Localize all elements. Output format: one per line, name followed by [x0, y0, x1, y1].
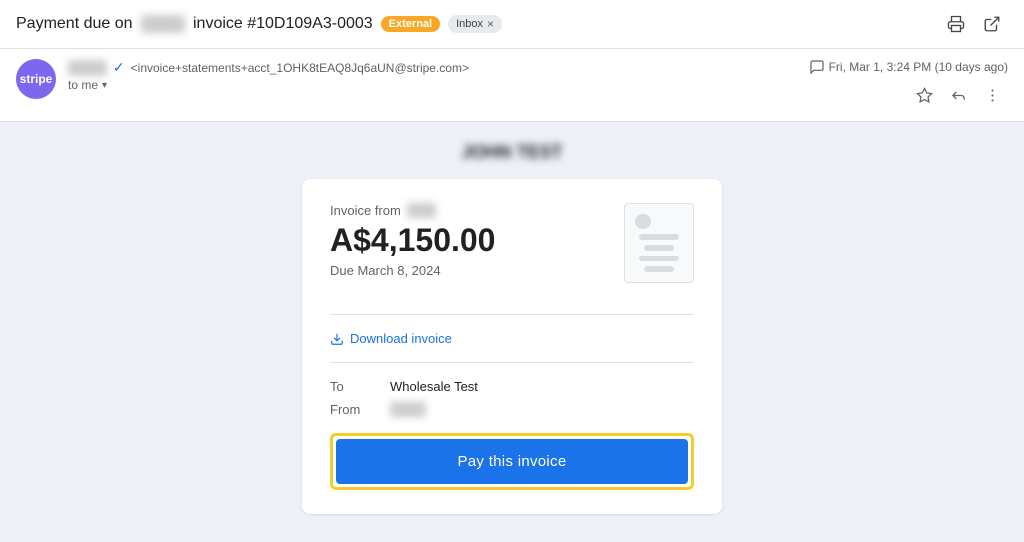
invoice-from-blurred	[407, 203, 436, 218]
sender-row: stripe ✓ <invoice+statements+acct_1OHK8t…	[0, 49, 1024, 122]
email-body: JOHN TEST Invoice from A$4,150.00 Due Ma…	[0, 122, 1024, 542]
doc-line-3	[639, 256, 679, 262]
doc-line-2	[644, 245, 674, 251]
download-icon	[330, 332, 344, 346]
sender-avatar: stripe	[16, 59, 56, 99]
email-header-bar: Payment due on invoice #10D109A3-0003 Ex…	[0, 0, 1024, 49]
invoice-from-label: Invoice from	[330, 203, 608, 218]
invoice-amount: A$4,150.00	[330, 222, 608, 259]
inbox-badge-close[interactable]: ×	[487, 17, 494, 31]
sender-timestamp: Fri, Mar 1, 3:24 PM (10 days ago)	[809, 59, 1008, 75]
to-value: Wholesale Test	[390, 379, 478, 394]
invoice-card-inner: Invoice from A$4,150.00 Due March 8, 202…	[330, 203, 694, 298]
pay-invoice-button[interactable]: Pay this invoice	[336, 439, 688, 484]
invoice-from-row: From	[330, 402, 694, 417]
invoice-details: Invoice from A$4,150.00 Due March 8, 202…	[330, 203, 608, 298]
invoice-document-icon	[624, 203, 694, 283]
sender-meta-right: Fri, Mar 1, 3:24 PM (10 days ago)	[809, 59, 1008, 111]
doc-line-4	[644, 266, 674, 272]
sender-name	[68, 60, 107, 76]
header-actions	[940, 8, 1008, 40]
pay-button-wrapper: Pay this invoice	[330, 433, 694, 490]
email-subject: Payment due on invoice #10D109A3-0003 Ex…	[16, 15, 932, 33]
sender-email: <invoice+statements+acct_1OHK8tEAQ8Jq6aU…	[131, 61, 469, 75]
invoice-due-date: Due March 8, 2024	[330, 263, 608, 278]
sender-info: ✓ <invoice+statements+acct_1OHK8tEAQ8Jq6…	[68, 59, 797, 92]
sender-to: to me ▾	[68, 78, 797, 92]
subject-suffix: invoice #10D109A3-0003	[193, 15, 373, 33]
more-options-button[interactable]	[976, 79, 1008, 111]
open-in-new-button[interactable]	[976, 8, 1008, 40]
subject-prefix: Payment due on	[16, 15, 133, 33]
email-company-name: JOHN TEST	[461, 142, 562, 163]
doc-line-1	[639, 234, 679, 240]
from-label: From	[330, 402, 390, 417]
sender-name-row: ✓ <invoice+statements+acct_1OHK8tEAQ8Jq6…	[68, 59, 797, 76]
download-invoice-link[interactable]: Download invoice	[330, 331, 694, 346]
chevron-down-icon[interactable]: ▾	[102, 80, 107, 91]
divider-2	[330, 362, 694, 363]
subject-blurred	[141, 15, 185, 33]
divider-1	[330, 314, 694, 315]
reply-button[interactable]	[942, 79, 974, 111]
invoice-card: Invoice from A$4,150.00 Due March 8, 202…	[302, 179, 722, 514]
external-badge: External	[381, 16, 440, 32]
chat-icon	[809, 59, 825, 75]
verified-icon: ✓	[113, 59, 125, 76]
sender-actions	[908, 79, 1008, 111]
inbox-badge: Inbox ×	[448, 15, 502, 33]
doc-circle	[635, 214, 651, 229]
from-value-blurred	[390, 402, 426, 417]
to-label: To	[330, 379, 390, 394]
invoice-to-row: To Wholesale Test	[330, 379, 694, 394]
print-button[interactable]	[940, 8, 972, 40]
star-button[interactable]	[908, 79, 940, 111]
